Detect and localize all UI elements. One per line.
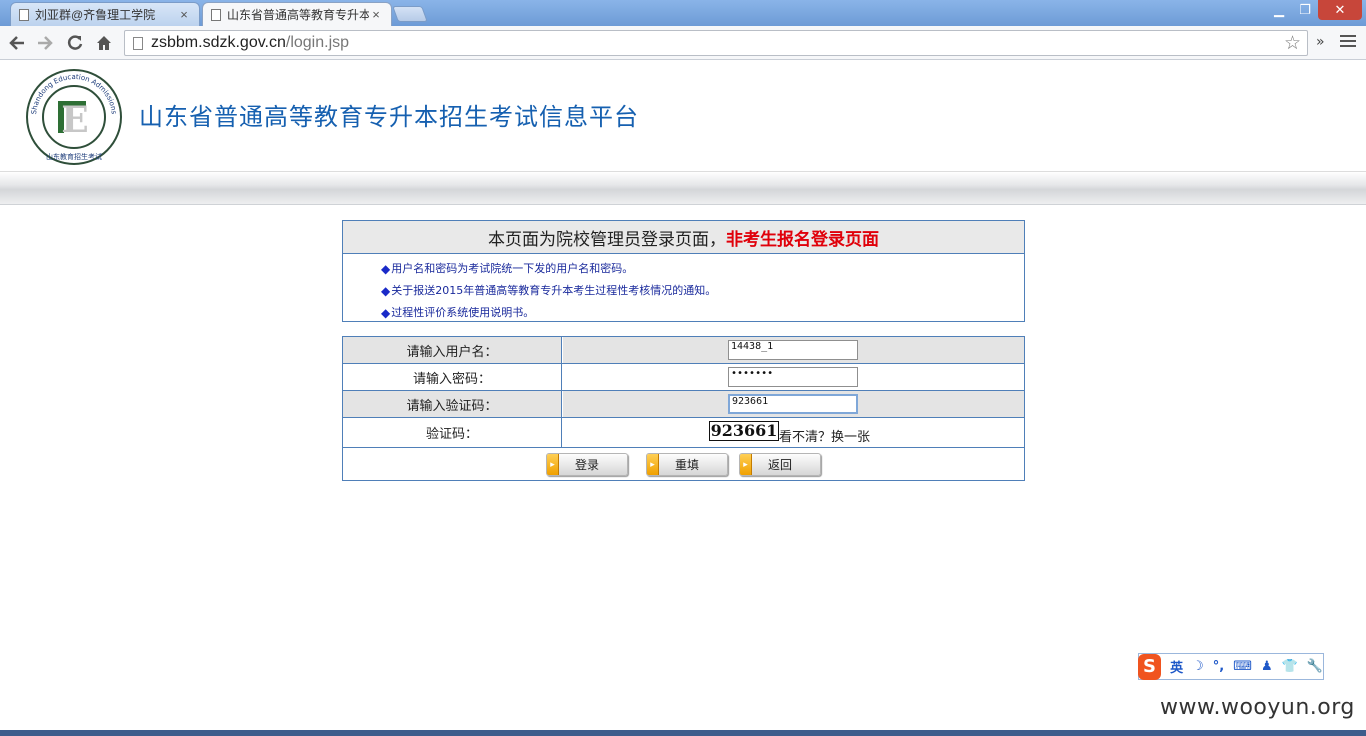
- login-form: 请输入用户名： 14438_1 请输入密码： ••••••• 请输入验证码： 9…: [342, 336, 1025, 481]
- username-row: 请输入用户名： 14438_1: [343, 337, 1024, 364]
- arrow-icon: ▸: [740, 454, 752, 475]
- diamond-bullet-icon: ◆: [381, 306, 391, 320]
- tab-zsbbm[interactable]: 山东省普通高等教育专升本 ×: [202, 2, 392, 26]
- maximize-button[interactable]: ❐: [1292, 0, 1318, 20]
- notice-item[interactable]: ◆ 过程性评价系统使用说明书。: [381, 302, 1024, 324]
- extensions-chevron-icon[interactable]: »: [1316, 34, 1325, 50]
- ime-mode-toggle[interactable]: 英: [1170, 657, 1183, 676]
- tab-close-icon[interactable]: ×: [369, 7, 383, 22]
- back-button[interactable]: ▸ 返回: [739, 453, 821, 476]
- diamond-bullet-icon: ◆: [381, 284, 391, 298]
- back-button-label: 返回: [768, 458, 793, 472]
- url-path: /login.jsp: [285, 34, 350, 51]
- reset-button-label: 重填: [675, 458, 700, 472]
- sdzk-logo: Shandong Education Admissions & Examinat…: [25, 68, 122, 165]
- reset-button[interactable]: ▸ 重填: [646, 453, 728, 476]
- back-arrow-icon[interactable]: [4, 30, 30, 56]
- forward-arrow-icon[interactable]: [32, 30, 58, 56]
- keyboard-icon[interactable]: ⌨: [1233, 659, 1252, 674]
- notice-list: ◆ 用户名和密码为考试院统一下发的用户名和密码。 ◆ 关于报送2015年普通高等…: [343, 254, 1024, 324]
- logo-bottom-text: 山东教育招生考试: [46, 152, 102, 161]
- arrow-icon: ▸: [647, 454, 659, 475]
- minimize-button[interactable]: ▁: [1266, 0, 1292, 20]
- tab-qilu[interactable]: 刘亚群@齐鲁理工学院 ×: [10, 2, 200, 26]
- home-icon[interactable]: [91, 30, 117, 56]
- url-host: zsbbm.sdzk.gov.cn: [151, 34, 286, 51]
- captcha-input-row: 请输入验证码： 923661: [343, 391, 1024, 418]
- captcha-cell: 923661 看不清？换一张: [563, 418, 1024, 447]
- page-icon: [133, 36, 143, 50]
- notice-item[interactable]: ◆ 关于报送2015年普通高等教育专升本考生过程性考核情况的通知。: [381, 280, 1024, 302]
- password-cell: •••••••: [563, 364, 1024, 390]
- password-row: 请输入密码： •••••••: [343, 364, 1024, 391]
- browser-toolbar: zsbbm.sdzk.gov.cn/login.jsp ☆ »: [0, 26, 1366, 60]
- captcha-input[interactable]: 923661: [728, 394, 858, 414]
- wrench-icon[interactable]: 🔧: [1307, 659, 1323, 674]
- notice-item-text: 用户名和密码为考试院统一下发的用户名和密码。: [391, 262, 634, 275]
- logo-letter: E: [61, 99, 88, 141]
- taskbar: [0, 730, 1366, 736]
- tab-close-icon[interactable]: ×: [177, 7, 191, 22]
- password-input[interactable]: •••••••: [728, 367, 858, 387]
- tab-title: 刘亚群@齐鲁理工学院: [35, 8, 156, 22]
- site-title: 山东省普通高等教育专升本招生考试信息平台: [139, 103, 639, 131]
- captcha-refresh-link[interactable]: 看不清？换一张: [779, 426, 870, 445]
- notice-box: 本页面为院校管理员登录页面， 非考生报名登录页面 ◆ 用户名和密码为考试院统一下发…: [342, 220, 1025, 322]
- punctuation-icon[interactable]: °,: [1213, 659, 1224, 674]
- watermark: www.wooyun.org: [1160, 695, 1355, 720]
- notice-heading-text: 本页面为院校管理员登录页面，: [488, 229, 726, 250]
- address-bar[interactable]: zsbbm.sdzk.gov.cn/login.jsp ☆: [124, 30, 1308, 56]
- header-band: [0, 171, 1366, 205]
- username-cell: 14438_1: [563, 337, 1024, 363]
- ime-toolbar[interactable]: S 英 ☽ °, ⌨ ♟ 👕 🔧: [1138, 653, 1324, 680]
- captcha-input-label: 请输入验证码：: [343, 391, 562, 417]
- close-window-button[interactable]: ✕: [1318, 0, 1362, 20]
- page-icon: [211, 8, 221, 21]
- moon-icon[interactable]: ☽: [1192, 659, 1204, 674]
- login-button[interactable]: ▸ 登录: [546, 453, 628, 476]
- notice-item: ◆ 用户名和密码为考试院统一下发的用户名和密码。: [381, 258, 1024, 280]
- sogou-logo-icon[interactable]: S: [1138, 653, 1162, 680]
- tab-title: 山东省普通高等教育专升本: [227, 8, 369, 22]
- bookmark-star-icon[interactable]: ☆: [1284, 32, 1301, 55]
- captcha-input-cell: 923661: [563, 391, 1024, 417]
- skin-icon[interactable]: 👕: [1282, 659, 1298, 674]
- page-icon: [19, 8, 29, 21]
- username-label: 请输入用户名：: [343, 337, 562, 363]
- captcha-label: 验证码：: [343, 418, 562, 447]
- login-button-label: 登录: [575, 458, 600, 472]
- username-input[interactable]: 14438_1: [728, 340, 858, 360]
- captcha-row: 验证码： 923661 看不清？换一张: [343, 418, 1024, 448]
- reload-icon[interactable]: [62, 30, 88, 56]
- diamond-bullet-icon: ◆: [381, 262, 391, 276]
- button-row: ▸ 登录 ▸ 重填 ▸ 返回: [343, 448, 1024, 480]
- page-content: Shandong Education Admissions & Examinat…: [0, 61, 1366, 736]
- browser-titlebar: 刘亚群@齐鲁理工学院 × 山东省普通高等教育专升本 × ▁ ❐ ✕: [0, 0, 1366, 26]
- notice-heading: 本页面为院校管理员登录页面， 非考生报名登录页面: [343, 221, 1024, 254]
- password-label: 请输入密码：: [343, 364, 562, 390]
- notice-item-link[interactable]: 过程性评价系统使用说明书。: [391, 302, 534, 324]
- notice-item-link[interactable]: 关于报送2015年普通高等教育专升本考生过程性考核情况的通知。: [391, 280, 716, 302]
- arrow-icon: ▸: [547, 454, 559, 475]
- notice-warning-text: 非考生报名登录页面: [726, 229, 879, 250]
- new-tab-button[interactable]: [392, 6, 428, 22]
- captcha-image[interactable]: 923661: [709, 421, 779, 441]
- user-icon[interactable]: ♟: [1261, 659, 1273, 674]
- menu-icon[interactable]: [1340, 35, 1356, 49]
